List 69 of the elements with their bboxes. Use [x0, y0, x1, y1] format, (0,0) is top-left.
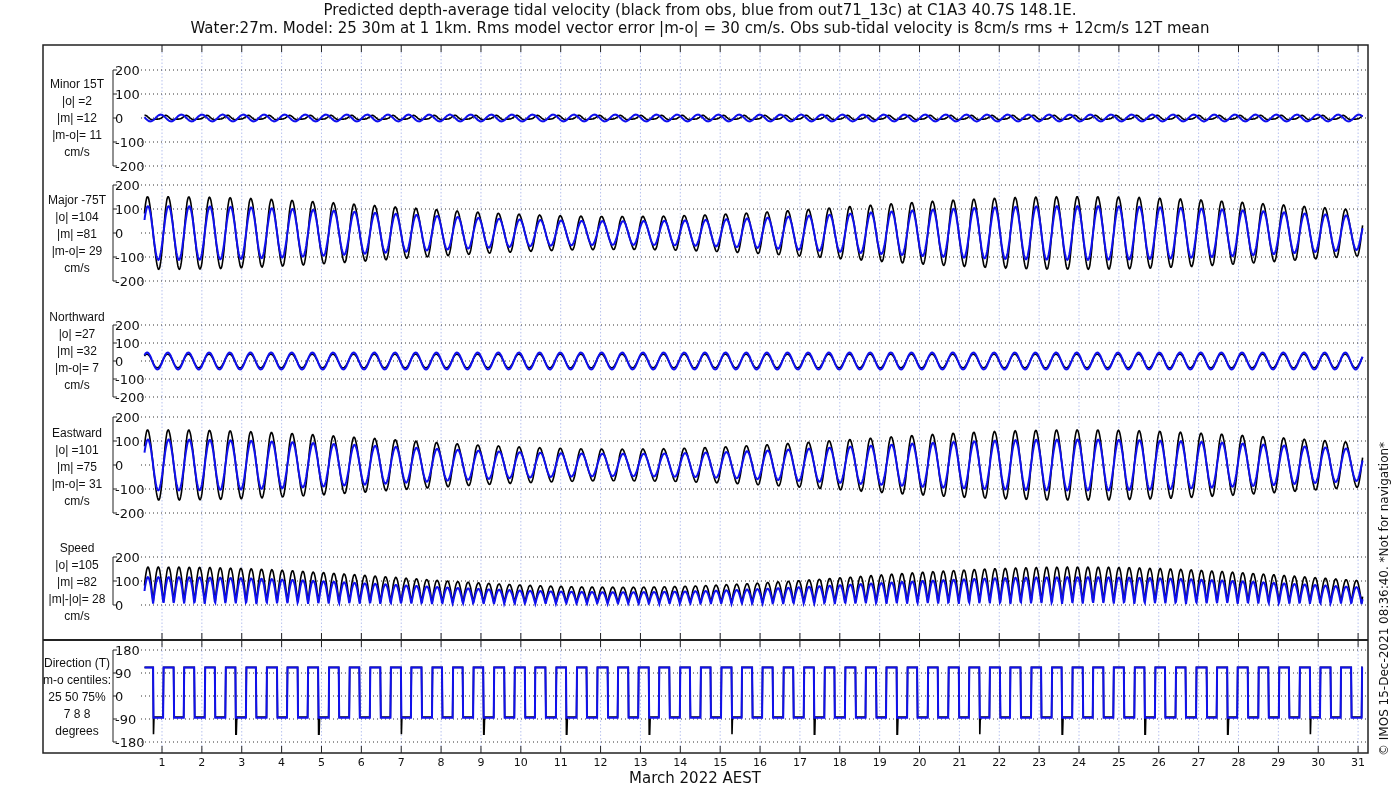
y-tick-label: -100: [115, 250, 145, 265]
x-tick-label: 3: [238, 756, 246, 769]
y-tick-label: 100: [115, 574, 140, 589]
y-tick-label: 0: [115, 458, 124, 473]
x-tick-label: 25: [1111, 756, 1126, 769]
x-tick-label: 4: [278, 756, 286, 769]
x-tick-label: 31: [1351, 756, 1366, 769]
y-tick-label: 200: [115, 178, 140, 193]
x-tick-label: 5: [318, 756, 325, 769]
y-tick-label: -90: [115, 712, 137, 727]
chart-title: Predicted depth-average tidal velocity (black from obs, blue from out71_13c) at C1A3 40.7S 148.1E.: [323, 1, 1077, 19]
y-tick-label: 100: [115, 87, 140, 102]
y-tick-label: 180: [115, 643, 140, 658]
y-tick-label: 200: [115, 63, 140, 78]
x-tick-label: 14: [673, 756, 688, 769]
x-tick-label: 16: [753, 756, 768, 769]
x-tick-label: 9: [477, 756, 485, 769]
x-tick-label: 11: [553, 756, 568, 769]
y-tick-label: -100: [115, 135, 145, 150]
x-tick-label: 29: [1271, 756, 1286, 769]
x-tick-label: 27: [1191, 756, 1206, 769]
x-tick-label: 10: [513, 756, 528, 769]
y-axis: [112, 556, 118, 606]
x-tick-label: 8: [437, 756, 445, 769]
y-tick-label: -200: [115, 274, 145, 289]
y-tick-label: -100: [115, 372, 145, 387]
panel-label: Minor 15T |o| =2 |m| =12 |m-o|= 11 cm/s: [50, 77, 104, 159]
x-tick-label: 17: [792, 756, 807, 769]
y-tick-label: 100: [115, 202, 140, 217]
y-tick-label: 200: [115, 318, 140, 333]
y-tick-label: 200: [115, 550, 140, 565]
x-tick-label: 13: [633, 756, 648, 769]
x-tick-label: 18: [832, 756, 847, 769]
x-tick-label: 30: [1311, 756, 1326, 769]
panel-label: Eastward |o| =101 |m| =75 |m-o|= 31 cm/s: [51, 426, 103, 508]
y-tick-label: 90: [115, 666, 132, 681]
y-tick-label: -200: [115, 159, 145, 174]
x-tick-label: 1: [158, 756, 166, 769]
y-tick-label: -200: [115, 506, 145, 521]
x-tick-label: 6: [357, 756, 365, 769]
x-tick-label: 28: [1231, 756, 1246, 769]
y-tick-label: -200: [115, 390, 145, 405]
x-axis-label: March 2022 AEST: [629, 769, 761, 787]
x-tick-label: 19: [872, 756, 887, 769]
y-tick-label: 200: [115, 410, 140, 425]
y-tick-label: -100: [115, 482, 145, 497]
panel-label: Speed |o| =105 |m| =82 |m|-|o|= 28 cm/s: [48, 541, 106, 623]
x-tick-label: 2: [198, 756, 206, 769]
x-tick-label: 26: [1151, 756, 1166, 769]
y-tick-label: 0: [115, 354, 124, 369]
x-tick-label: 15: [713, 756, 728, 769]
x-tick-label: 7: [397, 756, 405, 769]
panel-label: Northward |o| =27 |m| =32 |m-o|= 7 cm/s: [49, 310, 105, 392]
y-tick-label: 0: [115, 111, 124, 126]
chart-title: Water:27m. Model: 25 30m at 1 1km. Rms model vector error |m-o| = 30 cm/s. Obs sub-tidal velocity is 8cm/s rms + 12cm/s 12T mean: [190, 19, 1210, 37]
x-tick-label: 12: [593, 756, 608, 769]
panel-label: Major -75T |o| =104 |m| =81 |m-o|= 29 cm/s: [48, 193, 106, 275]
x-tick-label: 24: [1072, 756, 1086, 769]
y-tick-label: 0: [115, 226, 124, 241]
x-tick-label: 23: [1032, 756, 1047, 769]
credit-text: © IMOS 15-Dec-2021 08:36:40. *Not for navigation*: [1377, 441, 1391, 756]
y-tick-label: 100: [115, 434, 140, 449]
y-tick-label: 0: [115, 689, 124, 704]
x-tick-label: 21: [952, 756, 967, 769]
y-tick-label: -180: [115, 735, 145, 750]
x-tick-label: 20: [912, 756, 927, 769]
y-tick-label: 100: [115, 336, 140, 351]
x-tick-label: 22: [992, 756, 1007, 769]
y-tick-label: 0: [115, 598, 124, 613]
